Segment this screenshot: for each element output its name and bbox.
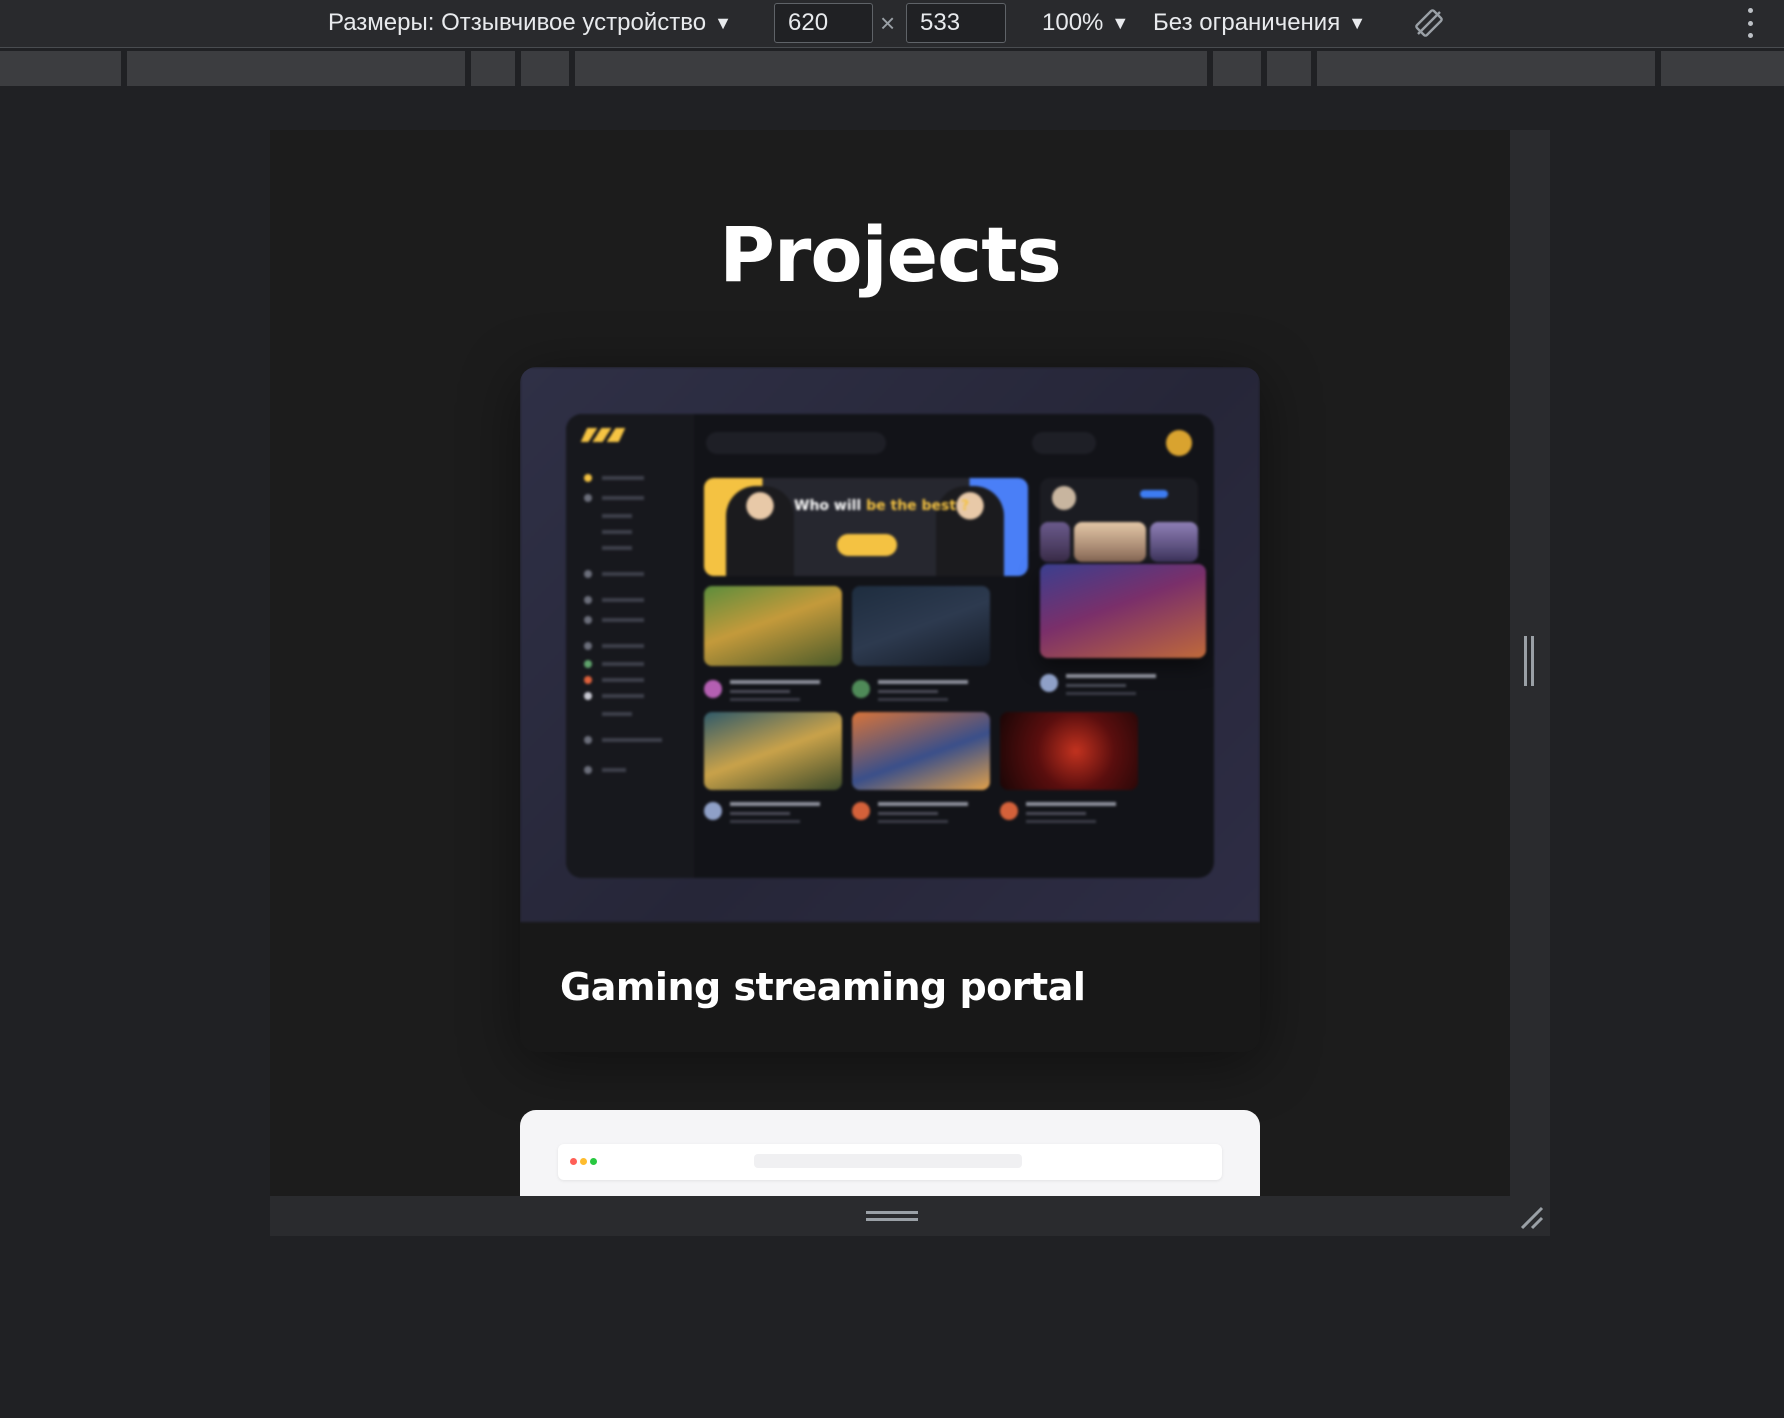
height-input[interactable]: 533 (906, 3, 1006, 43)
zoom-dropdown[interactable]: 100% ▼ (1042, 0, 1129, 46)
media-query-segment[interactable] (1267, 51, 1311, 86)
video-thumbnail (704, 586, 842, 666)
media-query-segment[interactable] (521, 51, 569, 86)
device-mode-dropdown[interactable]: Размеры: Отзывчивое устройство ▼ (328, 0, 732, 46)
media-query-segment[interactable] (1213, 51, 1261, 86)
chevron-down-icon: ▼ (1111, 12, 1130, 33)
zoom-label: 100% (1042, 9, 1104, 36)
resize-handle-bottom[interactable] (270, 1196, 1550, 1236)
media-query-segment[interactable] (0, 51, 121, 86)
media-query-segment[interactable] (1661, 51, 1784, 86)
mockup-sidebar (566, 414, 694, 878)
resize-handle-right[interactable] (1510, 130, 1550, 1196)
chevron-down-icon: ▼ (714, 12, 732, 33)
avatar (1166, 430, 1192, 456)
device-toolbar: Размеры: Отзывчивое устройство ▼ 620 × 5… (0, 0, 1784, 48)
project-card[interactable]: Who will be the best ? Gaming streaming … (520, 367, 1260, 1052)
video-thumbnail (1000, 712, 1138, 790)
media-query-bar (0, 51, 1784, 86)
mockup-banner: Who will be the best ? (704, 478, 1028, 576)
page-title: Projects (719, 210, 1062, 299)
browser-mockup-bar (558, 1144, 1222, 1180)
chevron-down-icon: ▼ (1348, 12, 1367, 33)
banner-button (837, 534, 897, 556)
resize-corner-icon[interactable] (1516, 1202, 1546, 1232)
video-thumbnail (704, 712, 842, 790)
video-thumbnail (852, 712, 990, 790)
throttling-label: Без ограничения (1153, 9, 1341, 36)
width-input[interactable]: 620 (774, 3, 873, 43)
throttling-dropdown[interactable]: Без ограничения ▼ (1153, 0, 1366, 46)
media-query-segment[interactable] (471, 51, 515, 86)
grip-icon (866, 1211, 918, 1221)
project-preview-image: Who will be the best ? (520, 367, 1260, 922)
video-thumbnail (1040, 564, 1206, 658)
logo-icon (580, 428, 626, 442)
video-thumbnail (852, 586, 990, 666)
device-mode-label: Размеры: Отзывчивое устройство (328, 9, 707, 36)
project-title[interactable]: Gaming streaming portal (560, 965, 1086, 1009)
banner-headline: Who will be the best ? (794, 498, 970, 514)
grip-icon (1524, 636, 1534, 686)
kebab-menu-icon[interactable] (1740, 8, 1760, 38)
mockup-search-bar (706, 432, 886, 454)
dashboard-mockup: Who will be the best ? (566, 414, 1214, 878)
browser-url-bar (754, 1154, 1022, 1168)
emulated-viewport: Projects Who will be the best ? Gaming s… (270, 130, 1510, 1196)
times-icon: × (880, 7, 896, 38)
mockup-stream-button (1032, 432, 1096, 454)
media-query-segment[interactable] (1317, 51, 1655, 86)
rotate-icon[interactable] (1413, 7, 1445, 39)
media-query-segment[interactable] (575, 51, 1207, 86)
mockup-profile-card (1040, 478, 1198, 562)
media-query-segment[interactable] (127, 51, 465, 86)
project-card[interactable] (520, 1110, 1260, 1196)
